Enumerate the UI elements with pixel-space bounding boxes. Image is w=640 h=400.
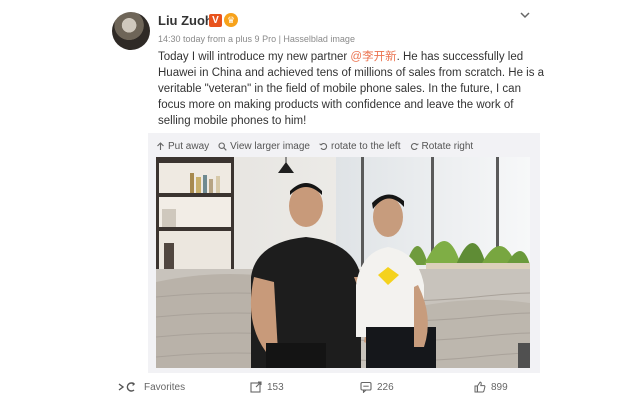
author-avatar[interactable] <box>112 12 150 50</box>
rotate-left-label: rotate to the left <box>331 140 401 152</box>
view-larger-button[interactable]: View larger image <box>218 138 310 154</box>
rotate-left-button[interactable]: rotate to the left <box>319 138 401 154</box>
favorites-button[interactable]: Favorites <box>117 381 185 393</box>
member-crown-icon: ♛ <box>224 13 238 27</box>
repost-count: 153 <box>267 381 284 393</box>
comment-button[interactable]: 226 <box>360 381 394 393</box>
like-count: 899 <box>491 381 508 393</box>
thumbs-up-icon <box>474 381 486 393</box>
post-meta: 14:30 today from a plus 9 Pro | Hasselbl… <box>158 34 355 44</box>
weibo-post-card: Liu Zuohu V ♛ 14:30 today from a plus 9 … <box>0 0 640 400</box>
repost-icon <box>250 381 262 393</box>
favorite-icon <box>118 382 136 392</box>
post-photo[interactable] <box>156 157 530 368</box>
put-away-label: Put away <box>168 140 210 152</box>
comment-icon <box>360 381 372 393</box>
rotate-left-icon <box>319 142 328 150</box>
post-body: Today I will introduce my new partner @李… <box>158 49 548 129</box>
rotate-right-label: Rotate right <box>421 140 474 152</box>
comment-count: 226 <box>377 381 394 393</box>
post-menu-caret-icon[interactable] <box>518 8 532 22</box>
view-larger-label: View larger image <box>230 140 310 152</box>
arrow-up-icon <box>157 141 164 150</box>
magnifier-icon <box>218 141 227 151</box>
post-text-start: Today I will introduce my new partner <box>158 51 351 63</box>
rotate-right-icon <box>410 142 419 150</box>
put-away-button[interactable]: Put away <box>156 138 209 154</box>
verified-badge-icon: V <box>209 14 222 27</box>
media-toolbar: Put away View larger image rotate to the… <box>156 138 482 154</box>
action-bar: Favorites 153 226 899 <box>112 378 540 398</box>
favorites-label: Favorites <box>144 381 186 393</box>
rotate-right-button[interactable]: Rotate right <box>410 138 474 154</box>
mention-link[interactable]: @李开新 <box>350 51 396 63</box>
repost-button[interactable]: 153 <box>250 381 284 393</box>
like-button[interactable]: 899 <box>474 381 508 393</box>
